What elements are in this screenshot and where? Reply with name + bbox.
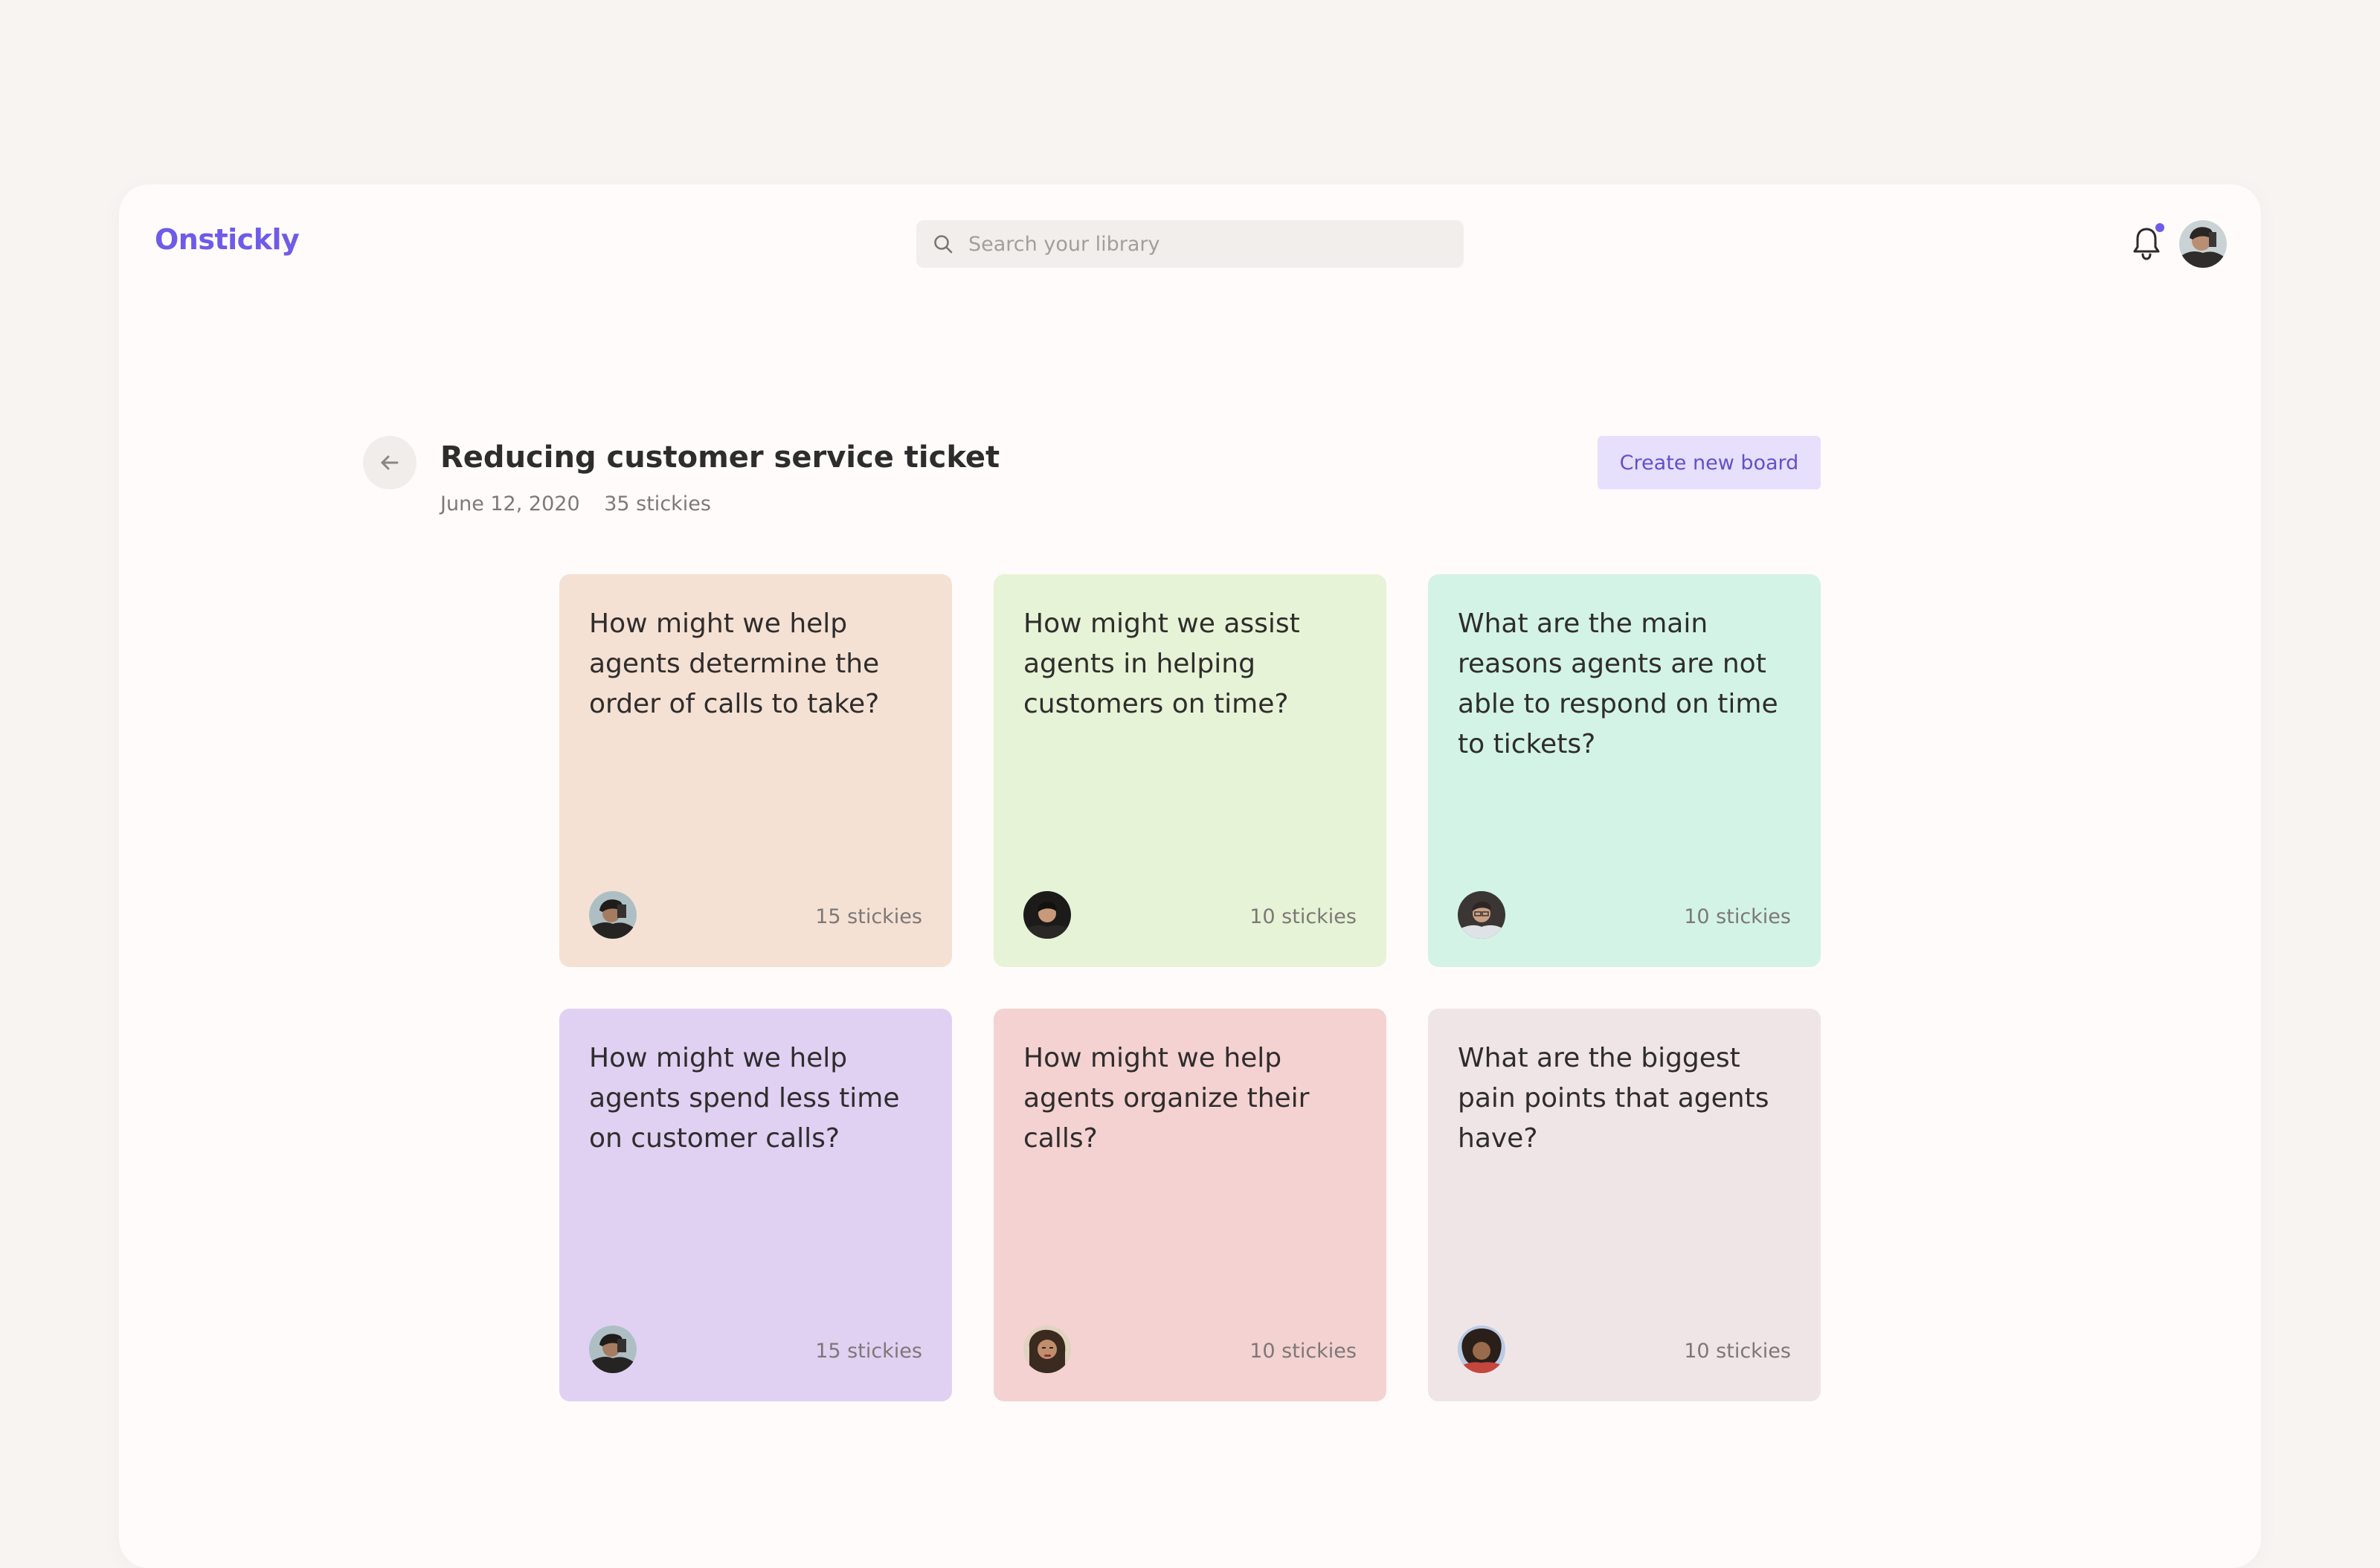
board-card[interactable]: What are the main reasons agents are not… (1428, 574, 1821, 967)
search-input[interactable] (967, 231, 1416, 257)
card-avatar (589, 891, 637, 939)
board-card[interactable]: What are the biggest pain points that ag… (1428, 1009, 1821, 1401)
arrow-left-icon (381, 455, 399, 470)
card-sticky-count: 10 stickies (1250, 1340, 1357, 1363)
notification-dot (2155, 223, 2164, 232)
card-sticky-count: 15 stickies (815, 905, 922, 928)
card-avatar (1458, 891, 1505, 939)
board-card[interactable]: How might we help agents determine the o… (559, 574, 952, 967)
card-question: What are the main reasons agents are not… (1458, 608, 1778, 759)
board-date: June 12, 2020 (440, 492, 580, 515)
user-avatar[interactable] (2179, 220, 2227, 268)
card-question: What are the biggest pain points that ag… (1458, 1043, 1769, 1154)
card-sticky-count: 15 stickies (815, 1340, 922, 1363)
card-avatar (1023, 1326, 1071, 1373)
card-sticky-count: 10 stickies (1684, 1340, 1791, 1363)
card-avatar (589, 1326, 637, 1373)
board-card[interactable]: How might we help agents organize their … (994, 1009, 1386, 1401)
card-sticky-count: 10 stickies (1684, 905, 1791, 928)
search-bar[interactable] (916, 220, 1464, 268)
board-meta: June 12, 2020 35 stickies (440, 492, 711, 515)
card-question: How might we help agents spend less time… (589, 1043, 900, 1154)
card-question: How might we help agents organize their … (1023, 1043, 1310, 1154)
card-avatar (1458, 1326, 1505, 1373)
board-card[interactable]: How might we assist agents in helping cu… (994, 574, 1386, 967)
search-icon (931, 232, 955, 256)
card-question: How might we assist agents in helping cu… (1023, 608, 1300, 719)
card-sticky-count: 10 stickies (1250, 905, 1357, 928)
back-button[interactable] (363, 436, 416, 489)
page-title: Reducing customer service ticket (440, 440, 1000, 475)
create-new-board-button[interactable]: Create new board (1598, 436, 1821, 489)
board-sticky-count: 35 stickies (604, 492, 711, 515)
app-logo[interactable]: Onstickly (155, 223, 300, 256)
app-window: Onstickly Search your library Reducing c… (119, 184, 2261, 1568)
board-card[interactable]: How might we help agents spend less time… (559, 1009, 952, 1401)
board-card-grid: How might we help agents determine the o… (559, 574, 1821, 1401)
card-avatar (1023, 891, 1071, 939)
card-question: How might we help agents determine the o… (589, 608, 880, 719)
